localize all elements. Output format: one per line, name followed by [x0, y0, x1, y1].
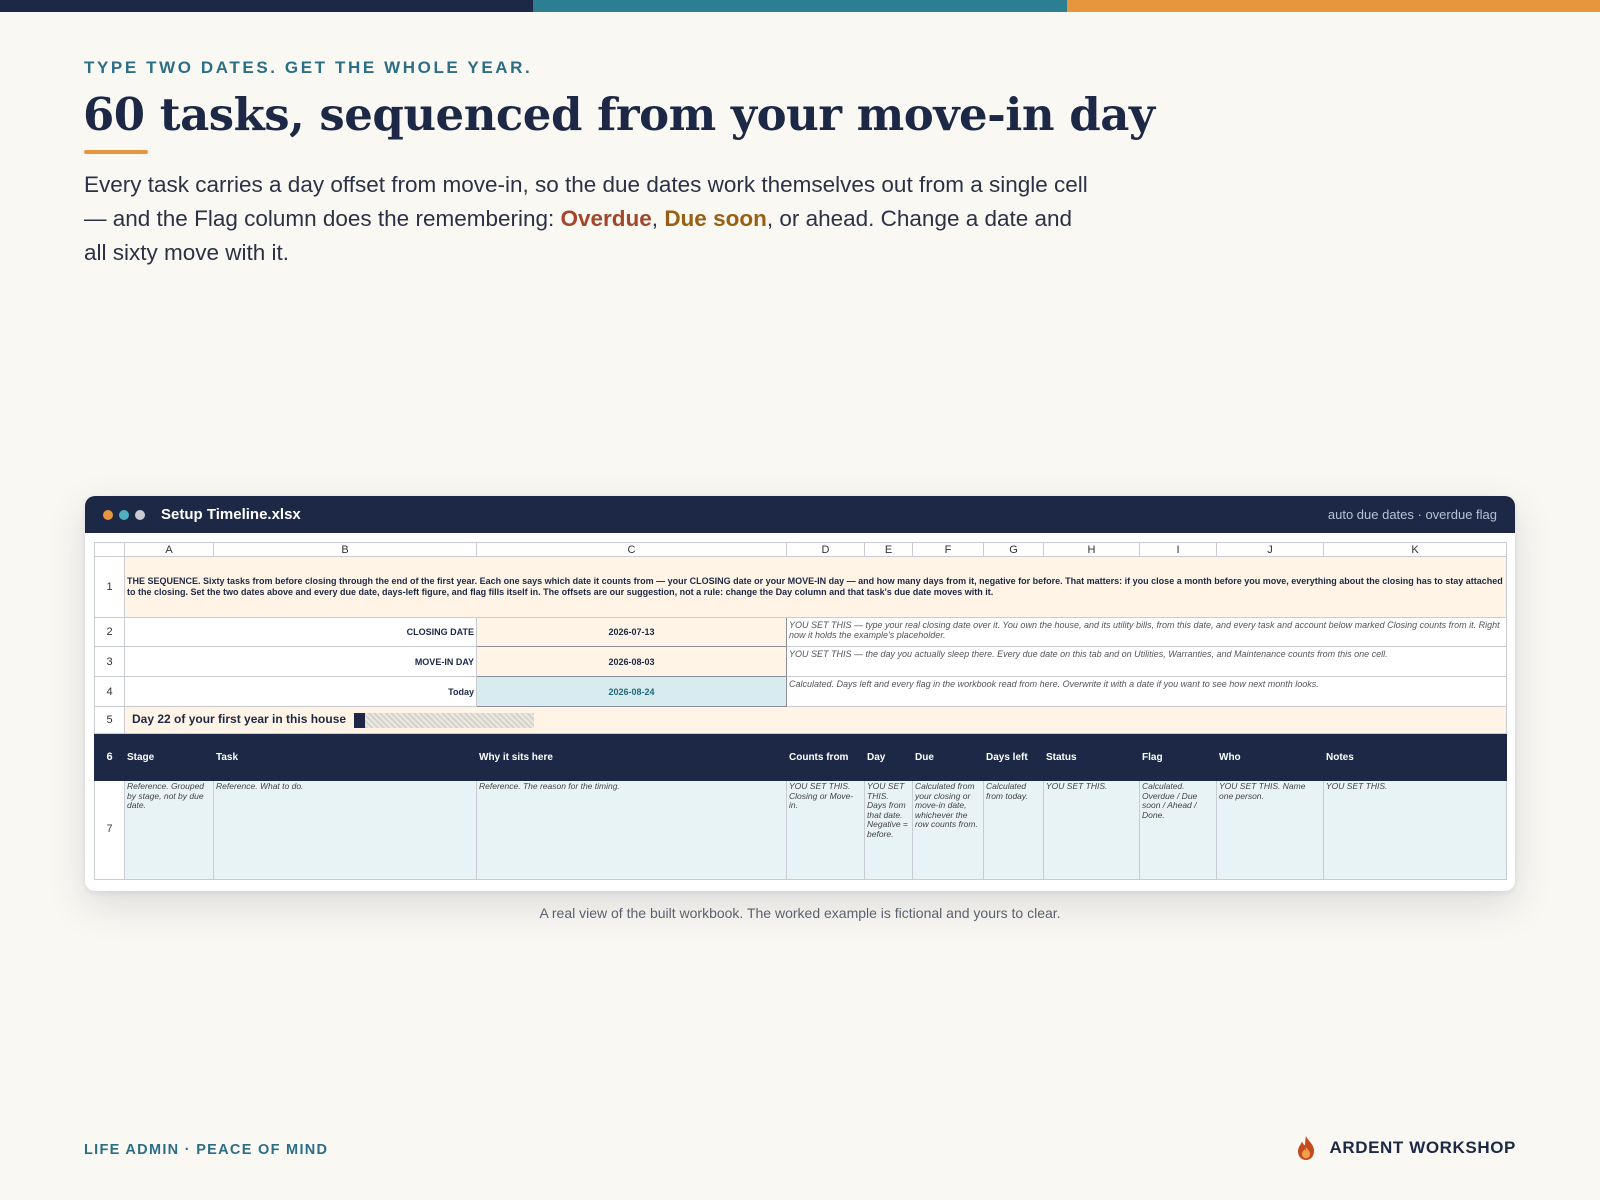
row-number[interactable]: 6	[94, 733, 125, 781]
reference-notes[interactable]: YOU SET THIS.	[1323, 780, 1507, 880]
today-cell[interactable]: 2026-08-24	[476, 676, 787, 707]
column-header-g[interactable]: G	[983, 542, 1044, 557]
row-1: 1 THE SEQUENCE. Sixty tasks from before …	[94, 556, 1507, 618]
flame-icon	[1298, 1136, 1315, 1160]
workbook-window: Setup Timeline.xlsx auto due dates · ove…	[85, 496, 1515, 891]
reference-flag[interactable]: Calculated. Overdue / Due soon / Ahead /…	[1139, 780, 1217, 880]
row-4: 4 Today 2026-08-24 Calculated. Days left…	[94, 676, 1507, 707]
column-header-j[interactable]: J	[1216, 542, 1324, 557]
column-header-row: A B C D E F G H I J K	[94, 542, 1507, 557]
column-header-d[interactable]: D	[786, 542, 865, 557]
row-7: 7 Reference. Grouped by stage, not by du…	[94, 780, 1507, 880]
header-days-left[interactable]: Days left	[983, 733, 1044, 781]
lede: Every task carries a day offset from mov…	[84, 168, 1094, 270]
window-tag: auto due dates · overdue flag	[1327, 507, 1497, 522]
move-in-label: MOVE-IN DAY	[124, 646, 477, 677]
header-why[interactable]: Why it sits here	[476, 733, 787, 781]
move-in-date-cell[interactable]: 2026-08-03	[476, 646, 787, 677]
header-flag[interactable]: Flag	[1139, 733, 1217, 781]
first-year-progress[interactable]: Day 22 of your first year in this house	[124, 706, 1507, 734]
spreadsheet-grid: A B C D E F G H I J K 1 THE SEQUENCE. Si…	[94, 542, 1507, 880]
column-header-b[interactable]: B	[213, 542, 477, 557]
reference-counts-from[interactable]: YOU SET THIS. Closing or Move-in.	[786, 780, 865, 880]
reference-why[interactable]: Reference. The reason for the timing.	[476, 780, 787, 880]
due-soon-label: Due soon	[664, 206, 767, 231]
accent-stripe-teal	[533, 0, 1067, 12]
row-5: 5 Day 22 of your first year in this hous…	[94, 706, 1507, 734]
intro-cell[interactable]: THE SEQUENCE. Sixty tasks from before cl…	[124, 556, 1507, 618]
row-number[interactable]: 2	[94, 617, 125, 647]
reference-days-left[interactable]: Calculated from today.	[983, 780, 1044, 880]
header-counts-from[interactable]: Counts from	[786, 733, 865, 781]
today-note[interactable]: Calculated. Days left and every flag in …	[786, 676, 1507, 707]
column-header-a[interactable]: A	[124, 542, 214, 557]
reference-status[interactable]: YOU SET THIS.	[1043, 780, 1140, 880]
row-number[interactable]: 5	[94, 706, 125, 734]
row-number[interactable]: 1	[94, 556, 125, 618]
brand-name: ARDENT WORKSHOP	[1329, 1138, 1516, 1157]
header-task[interactable]: Task	[213, 733, 477, 781]
header-status[interactable]: Status	[1043, 733, 1140, 781]
row-3: 3 MOVE-IN DAY 2026-08-03 YOU SET THIS — …	[94, 646, 1507, 677]
window-title: Setup Timeline.xlsx	[161, 506, 301, 523]
brand-logo[interactable]: ARDENT WORKSHOP	[1295, 1135, 1516, 1161]
header-due[interactable]: Due	[912, 733, 984, 781]
reference-due[interactable]: Calculated from your closing or move-in …	[912, 780, 984, 880]
header-who[interactable]: Who	[1216, 733, 1324, 781]
reference-who[interactable]: YOU SET THIS. Name one person.	[1216, 780, 1324, 880]
column-header-h[interactable]: H	[1043, 542, 1140, 557]
today-label: Today	[124, 676, 477, 707]
row-number[interactable]: 4	[94, 676, 125, 707]
column-header-c[interactable]: C	[476, 542, 787, 557]
header-stage[interactable]: Stage	[124, 733, 214, 781]
window-dot-teal[interactable]	[119, 509, 129, 520]
header-notes[interactable]: Notes	[1323, 733, 1507, 781]
reference-day[interactable]: YOU SET THIS. Days from that date. Negat…	[864, 780, 913, 880]
lede-comma: ,	[651, 206, 665, 231]
row-number[interactable]: 7	[94, 780, 125, 880]
move-in-note[interactable]: YOU SET THIS — the day you actually slee…	[786, 646, 1507, 677]
column-header-i[interactable]: I	[1139, 542, 1217, 557]
column-header-e[interactable]: E	[864, 542, 913, 557]
window-dot-grey[interactable]	[135, 509, 145, 520]
reference-stage[interactable]: Reference. Grouped by stage, not by due …	[124, 780, 214, 880]
closing-date-cell[interactable]: 2026-07-13	[476, 617, 787, 647]
header-day[interactable]: Day	[864, 733, 913, 781]
accent-stripe-navy	[0, 0, 534, 12]
footer-tagline: LIFE ADMIN · PEACE OF MIND	[84, 1142, 329, 1158]
page-title: 60 tasks, sequenced from your move-in da…	[83, 88, 1155, 141]
row-2: 2 CLOSING DATE 2026-07-13 YOU SET THIS —…	[94, 617, 1507, 647]
window-titlebar: Setup Timeline.xlsx auto due dates · ove…	[85, 496, 1515, 533]
title-underline	[84, 150, 148, 154]
accent-stripe-orange	[1066, 0, 1600, 12]
column-header-k[interactable]: K	[1323, 542, 1507, 557]
reference-task[interactable]: Reference. What to do.	[213, 780, 477, 880]
window-dot-orange[interactable]	[103, 509, 113, 520]
corner-cell[interactable]	[94, 542, 125, 557]
row-number[interactable]: 3	[94, 646, 125, 677]
accent-stripe	[0, 0, 1600, 12]
overdue-label: Overdue	[560, 206, 652, 231]
closing-date-label: CLOSING DATE	[124, 617, 477, 647]
progress-bar-fill	[354, 712, 365, 728]
eyebrow: TYPE TWO DATES. GET THE WHOLE YEAR.	[84, 58, 533, 77]
progress-bar	[354, 712, 535, 728]
progress-text: Day 22 of your first year in this house	[132, 712, 347, 727]
closing-date-note[interactable]: YOU SET THIS — type your real closing da…	[786, 617, 1507, 647]
column-header-f[interactable]: F	[912, 542, 984, 557]
screenshot-caption: A real view of the built workbook. The w…	[539, 905, 1061, 921]
row-6: 6 Stage Task Why it sits here Counts fro…	[94, 733, 1507, 781]
